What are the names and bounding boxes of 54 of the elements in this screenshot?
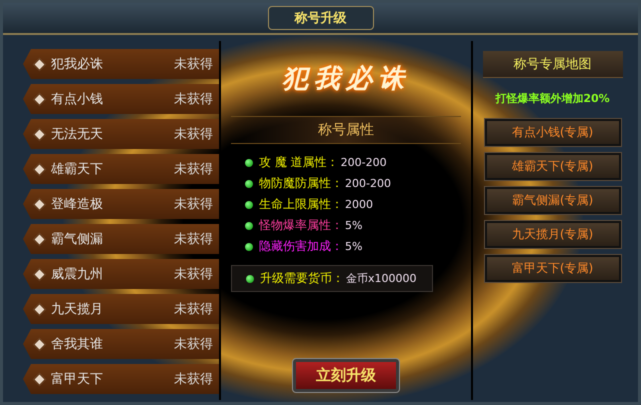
attribute-value: 2000 xyxy=(345,198,373,211)
title-name: 霸气侧漏 xyxy=(51,231,104,248)
attribute-value: 200-200 xyxy=(340,156,387,169)
title-name: 舍我其谁 xyxy=(51,336,104,353)
title-list-item[interactable]: 登峰造极 未获得 xyxy=(23,189,219,219)
title-list-item[interactable]: 舍我其谁 未获得 xyxy=(23,329,219,359)
title-list-item[interactable]: 霸气侧漏 未获得 xyxy=(23,224,219,254)
title-list-item[interactable]: 富甲天下 未获得 xyxy=(23,364,219,394)
attribute-value: 5% xyxy=(345,240,362,253)
title-name: 富甲天下 xyxy=(51,371,104,388)
cost-value: 金币x100000 xyxy=(346,271,417,286)
attribute-label: 怪物爆率属性： xyxy=(259,217,343,234)
attribute-label: 生命上限属性： xyxy=(259,196,343,213)
attribute-label: 隐藏伤害加成： xyxy=(259,238,343,255)
title-list-item[interactable]: 无法无天 未获得 xyxy=(23,119,219,149)
title-name: 威震九州 xyxy=(51,266,104,283)
map-button[interactable]: 富甲天下(专属) xyxy=(484,255,620,282)
title-list-item[interactable]: 犯我必诛 未获得 xyxy=(23,49,219,79)
title-status: 未获得 xyxy=(174,56,213,73)
title-status: 未获得 xyxy=(174,336,213,353)
title-name: 雄霸天下 xyxy=(51,161,104,178)
map-button[interactable]: 有点小钱(专属) xyxy=(484,119,620,146)
title-list-item[interactable]: 威震九州 未获得 xyxy=(23,259,219,289)
title-list-item[interactable]: 有点小钱 未获得 xyxy=(23,84,219,114)
upgrade-button[interactable]: 立刻升级 xyxy=(293,359,399,392)
attribute-value: 200-200 xyxy=(345,177,391,190)
section-heading: 称号属性 xyxy=(231,116,461,144)
title-name: 犯我必诛 xyxy=(51,56,104,73)
title-status: 未获得 xyxy=(174,266,213,283)
title-name: 登峰造极 xyxy=(51,196,104,213)
title-status: 未获得 xyxy=(174,91,213,108)
banner-title: 犯我必诛 xyxy=(282,63,410,96)
window-title: 称号升级 xyxy=(268,6,374,30)
map-button[interactable]: 霸气侧漏(专属) xyxy=(484,187,620,214)
title-list-item[interactable]: 雄霸天下 未获得 xyxy=(23,154,219,184)
title-name: 无法无天 xyxy=(51,126,104,143)
attribute-value: 5% xyxy=(345,219,362,232)
title-list-item[interactable]: 九天揽月 未获得 xyxy=(23,294,219,324)
title-status: 未获得 xyxy=(174,371,213,388)
section-heading: 称号专属地图 xyxy=(482,51,622,78)
bonus-text: 打怪爆率额外增加20% xyxy=(495,91,610,106)
title-name: 九天揽月 xyxy=(51,301,104,318)
title-status: 未获得 xyxy=(174,301,213,318)
map-button[interactable]: 九天揽月(专属) xyxy=(484,221,620,248)
attribute-label: 物防魔防属性： xyxy=(259,175,343,192)
title-status: 未获得 xyxy=(174,196,213,213)
bullet-icon xyxy=(246,274,254,282)
title-status: 未获得 xyxy=(174,126,213,143)
title-status: 未获得 xyxy=(174,231,213,248)
cost-label: 升级需要货币： xyxy=(260,270,344,287)
map-button[interactable]: 雄霸天下(专属) xyxy=(484,153,620,180)
title-name: 有点小钱 xyxy=(51,91,104,108)
title-status: 未获得 xyxy=(174,161,213,178)
attribute-label: 攻 魔 道属性： xyxy=(259,154,339,171)
